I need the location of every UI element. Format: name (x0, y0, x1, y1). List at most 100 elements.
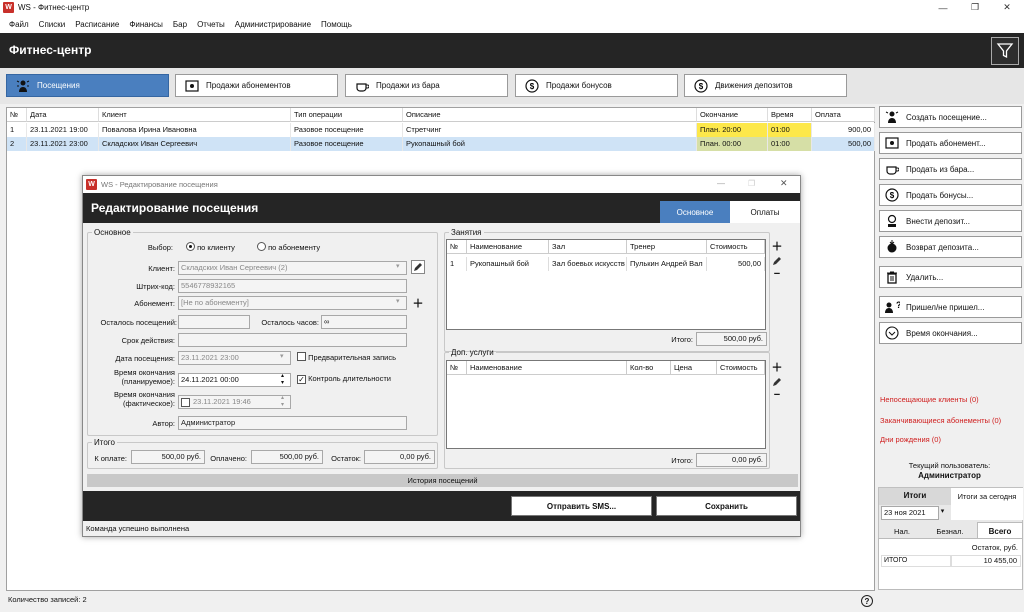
edit-service-button[interactable] (771, 376, 783, 388)
menu-bar-sales[interactable]: Бар (173, 20, 187, 29)
column-header[interactable]: Оплата (812, 108, 875, 122)
tab-totals-today[interactable]: Итоги за сегодня (951, 488, 1023, 520)
chevron-down-icon[interactable]: ▾ (396, 297, 400, 305)
save-button[interactable]: Сохранить (656, 496, 797, 516)
add-deposit-button[interactable]: Внести депозит... (879, 210, 1022, 232)
add-service-button[interactable]: ＋ (771, 361, 783, 374)
add-class-button[interactable]: ＋ (771, 240, 783, 253)
radio-by-membership[interactable]: по абонементу (257, 242, 320, 252)
dialog-close-button[interactable]: ✕ (780, 178, 788, 189)
end-actual-field[interactable]: 23.11.2021 19:46 (178, 395, 291, 409)
column-header[interactable]: Окончание (697, 108, 768, 122)
column-header[interactable]: Наименование (467, 361, 627, 375)
tab-bonus-sales[interactable]: $ Продажи бонусов (515, 74, 678, 97)
subtab-total[interactable]: Всего (977, 522, 1023, 539)
paid-field[interactable]: 500,00 руб. (251, 450, 323, 464)
tab-visits[interactable]: Посещения (6, 74, 169, 97)
sell-membership-button[interactable]: Продать абонемент... (879, 132, 1022, 154)
column-header[interactable]: Стоимость (707, 240, 765, 254)
birthdays-link[interactable]: Дни рождения (0) (880, 435, 941, 444)
visit-history-bar[interactable]: История посещений (87, 474, 798, 487)
table-row[interactable]: 1 Рукопашный бой Зал боевых искусств Пул… (447, 257, 765, 271)
balance-field[interactable]: 0,00 руб. (364, 450, 435, 464)
end-planned-field[interactable]: 24.11.2021 00:00 (178, 373, 291, 387)
column-header[interactable]: Кол-во (627, 361, 671, 375)
column-header[interactable]: Описание (403, 108, 697, 122)
inactive-clients-link[interactable]: Непосещающие клиенты (0) (880, 395, 979, 404)
spinner-icon[interactable]: ▴ ▾ (281, 395, 284, 409)
visit-date-field[interactable]: 23.11.2021 23:00 (178, 351, 291, 365)
membership-field[interactable]: [Не по абонементу] (178, 296, 407, 310)
return-deposit-button[interactable]: Возврат депозита... (879, 236, 1022, 258)
column-header[interactable]: № (447, 361, 467, 375)
spinner-icon[interactable]: ▴ ▾ (281, 373, 284, 387)
barcode-field[interactable]: 5546778932165 (178, 279, 407, 293)
menu-finance[interactable]: Финансы (129, 20, 163, 29)
to-pay-field[interactable]: 500,00 руб. (131, 450, 205, 464)
close-button[interactable]: ✕ (992, 0, 1022, 15)
dialog-maximize-button[interactable]: ❐ (748, 179, 755, 188)
tab-bar-sales[interactable]: Продажи из бара (345, 74, 508, 97)
column-header[interactable]: Дата (27, 108, 99, 122)
tab-main[interactable]: Основное (660, 201, 730, 223)
column-header[interactable]: Клиент (99, 108, 291, 122)
sell-bar-button[interactable]: Продать из бара... (879, 158, 1022, 180)
remove-service-button[interactable]: − (771, 389, 783, 401)
column-header[interactable]: № (7, 108, 27, 122)
maximize-button[interactable]: ❐ (960, 0, 990, 15)
tab-payments[interactable]: Оплаты (730, 201, 800, 223)
minimize-button[interactable]: — (928, 0, 958, 15)
column-header[interactable]: Наименование (467, 240, 549, 254)
remove-class-button[interactable]: − (771, 268, 783, 280)
subtab-cash[interactable]: Нал. (881, 524, 923, 539)
help-icon[interactable]: ? (861, 595, 873, 607)
menu-file[interactable]: Файл (9, 20, 29, 29)
add-membership-button[interactable]: ＋ (412, 297, 424, 310)
attendance-button[interactable]: ? Пришел/не пришел... (879, 296, 1022, 318)
column-header[interactable]: № (447, 240, 467, 254)
menu-help[interactable]: Помощь (321, 20, 352, 29)
calendar-dropdown-icon[interactable]: ▾ (938, 507, 947, 519)
table-row[interactable]: 2 23.11.2021 23:00 Складских Иван Сергее… (7, 137, 875, 151)
menu-schedule[interactable]: Расписание (75, 20, 119, 29)
column-header[interactable]: Зал (549, 240, 627, 254)
column-header[interactable]: Цена (671, 361, 717, 375)
end-actual-checkbox[interactable] (181, 398, 190, 407)
delete-button[interactable]: Удалить... (879, 266, 1022, 288)
menu-reports[interactable]: Отчеты (197, 20, 225, 29)
menu-admin[interactable]: Администрирование (235, 20, 311, 29)
author-field[interactable]: Администратор (178, 416, 407, 430)
services-total-field[interactable]: 0,00 руб. (696, 453, 767, 467)
create-visit-button[interactable]: Создать посещение... (879, 106, 1022, 128)
prebook-checkbox[interactable]: Предварительная запись (297, 352, 396, 362)
tab-totals[interactable]: Итоги (879, 488, 951, 505)
menu-lists[interactable]: Списки (39, 20, 66, 29)
chevron-down-icon[interactable]: ▾ (396, 262, 400, 270)
client-field[interactable]: Складских Иван Сергеевич (2) (178, 261, 407, 275)
send-sms-button[interactable]: Отправить SMS... (511, 496, 652, 516)
classes-total-field[interactable]: 500,00 руб. (696, 332, 767, 346)
column-header[interactable]: Стоимость (717, 361, 765, 375)
column-header[interactable]: Тренер (627, 240, 707, 254)
calendar-dropdown-icon[interactable]: ▾ (280, 352, 284, 360)
radio-by-client[interactable]: по клиенту (186, 242, 235, 252)
column-header[interactable]: Тип операции (291, 108, 403, 122)
filter-button[interactable] (991, 37, 1019, 65)
edit-class-button[interactable] (771, 255, 783, 267)
end-time-button[interactable]: Время окончания... (879, 322, 1022, 344)
tab-memberships[interactable]: Продажи абонементов (175, 74, 338, 97)
hours-left-field[interactable]: ∞ (321, 315, 407, 329)
totals-date-field[interactable]: 23 ноя 2021 (881, 506, 939, 520)
column-header[interactable]: Время (768, 108, 812, 122)
dialog-minimize-button[interactable]: — (717, 179, 725, 188)
edit-client-button[interactable] (411, 260, 425, 274)
expiring-memberships-link[interactable]: Заканчивающиеся абонементы (0) (880, 416, 1001, 425)
visits-left-field[interactable] (178, 315, 250, 329)
table-row[interactable]: 1 23.11.2021 19:00 Повалова Ирина Иванов… (7, 123, 875, 137)
app-icon: W (86, 179, 97, 190)
duration-control-checkbox[interactable]: ✓ Контроль длительности (297, 374, 391, 384)
sell-bonuses-button[interactable]: $ Продать бонусы... (879, 184, 1022, 206)
validity-field[interactable] (178, 333, 407, 347)
subtab-noncash[interactable]: Безнал. (925, 524, 975, 539)
tab-deposits[interactable]: $ Движения депозитов (684, 74, 847, 97)
